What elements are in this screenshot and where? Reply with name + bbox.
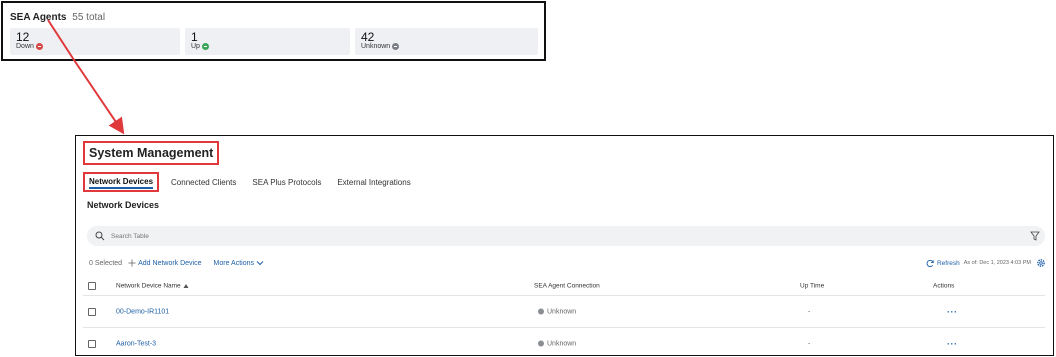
table-row: Aaron-Test-3 Unknown - ··· [83,328,1045,357]
tab-external-integrations[interactable]: External Integrations [337,178,410,187]
unknown-status-icon [538,340,544,347]
column-header-connection[interactable]: SEA Agent Connection [534,282,600,289]
connection-status-text: Unknown [547,340,577,347]
tab-connected-clients[interactable]: Connected Clients [171,178,236,187]
device-name-link[interactable]: Aaron-Test-3 [116,340,156,347]
table-header: Network Device Name SEA Agent Connection… [83,276,1045,296]
active-tab-indicator [89,187,154,189]
device-name-link[interactable]: 00-Demo-IR1101 [116,308,169,315]
connection-status: Unknown [538,308,576,315]
refresh-label: Refresh [936,259,960,267]
last-updated-timestamp: As of: Dec 1, 2023 4:03 PM [963,260,1031,266]
tab-bar: Network Devices Connected Clients SEA Pl… [83,172,427,192]
filter-icon[interactable] [1030,231,1040,241]
stat-label-down: Down [16,43,43,50]
connection-status-text: Unknown [547,308,577,315]
select-all-checkbox[interactable] [88,281,96,290]
section-title: Network Devices [87,200,160,210]
refresh-button[interactable]: Refresh [926,259,960,268]
row-actions-menu-icon[interactable]: ··· [947,339,958,349]
column-header-name[interactable]: Network Device Name [116,282,189,289]
column-header-uptime[interactable]: Up Time [800,282,824,289]
summary-title[interactable]: SEA Agents [10,12,67,23]
more-actions-button[interactable]: More Actions [214,260,264,267]
stat-card-unknown[interactable]: 42 Unknown [355,28,538,55]
search-input[interactable] [111,232,991,240]
search-bar [87,226,1045,246]
uptime-value: - [808,308,811,315]
refresh-icon [926,259,934,267]
stat-value-unknown: 42 [361,30,375,44]
plus-icon [128,259,136,267]
search-icon [95,231,105,241]
stat-label-text: Down [16,43,34,50]
stat-label-text: Unknown [361,43,391,50]
stat-label-up: Up [191,43,209,50]
stat-value-down: 12 [16,30,30,44]
selected-count: 0 Selected [89,259,123,267]
column-header-name-label: Network Device Name [116,282,181,289]
summary-total: 55 total [72,12,106,23]
gear-icon[interactable] [1036,258,1046,268]
summary-header: SEA Agents 55 total [10,12,105,23]
stat-card-up[interactable]: 1 Up [185,28,350,55]
stat-value-up: 1 [191,30,198,44]
down-status-icon [35,43,43,50]
checkbox-box [88,339,96,348]
tab-network-devices[interactable]: Network Devices [83,172,160,192]
stat-card-down[interactable]: 12 Down [10,28,180,55]
uptime-value: - [808,340,811,347]
connection-status: Unknown [538,340,576,347]
more-actions-label: More Actions [213,259,254,267]
unknown-status-icon [392,43,400,50]
tab-sea-plus-protocols[interactable]: SEA Plus Protocols [252,178,321,187]
page-title: System Management [83,141,220,165]
table-row: 00-Demo-IR1101 Unknown - ··· [83,296,1045,328]
checkbox-box [88,307,96,316]
table-toolbar: 0 Selected Add Network Device More Actio… [89,256,264,270]
up-status-icon [201,43,209,50]
checkbox-box [88,281,96,290]
stat-label-unknown: Unknown [361,43,400,50]
sea-agents-summary-panel: SEA Agents 55 total 12 Down 1 Up 42 Unkn… [1,1,546,61]
tab-label: Network Devices [89,177,154,186]
column-header-actions: Actions [933,282,955,289]
system-management-window: System Management Network Devices Connec… [75,135,1054,356]
chevron-down-icon [256,261,264,266]
row-actions-menu-icon[interactable]: ··· [947,307,958,317]
row-checkbox[interactable] [88,339,96,348]
row-checkbox[interactable] [88,307,96,316]
add-network-device-label: Add Network Device [138,259,202,267]
add-network-device-button[interactable]: Add Network Device [128,259,202,267]
sort-ascending-icon [183,283,189,288]
unknown-status-icon [538,308,544,315]
stat-label-text: Up [191,43,200,50]
refresh-tools: Refresh As of: Dec 1, 2023 4:03 PM [926,256,1046,270]
